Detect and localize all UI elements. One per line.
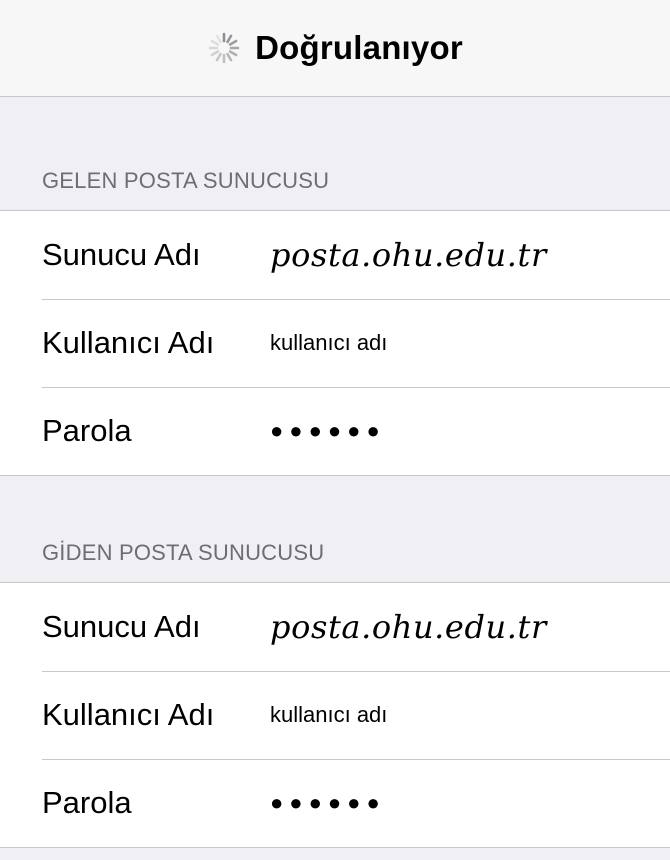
- page-title: Doğrulanıyor: [255, 29, 463, 66]
- outgoing-section-header: GİDEN POSTA SUNUCUSU: [42, 540, 325, 565]
- outgoing-username-field[interactable]: kullanıcı adı: [270, 702, 387, 728]
- incoming-username-label: Kullanıcı Adı: [42, 325, 215, 360]
- outgoing-password-label: Parola: [42, 785, 132, 820]
- outgoing-server-section: GİDEN POSTA SUNUCUSU Sunucu Adı posta.oh…: [0, 532, 670, 848]
- outgoing-settings-group: Sunucu Adı posta.ohu.edu.tr Kullanıcı Ad…: [0, 582, 670, 848]
- outgoing-username-label: Kullanıcı Adı: [42, 697, 215, 732]
- outgoing-username-row[interactable]: Kullanıcı Adı kullanıcı adı: [0, 671, 670, 759]
- nav-title-group: Doğrulanıyor: [207, 29, 463, 67]
- outgoing-password-field[interactable]: ●●●●●●: [270, 790, 386, 816]
- navigation-bar: Doğrulanıyor: [0, 0, 670, 97]
- incoming-hostname-row[interactable]: Sunucu Adı posta.ohu.edu.tr: [0, 211, 670, 299]
- outgoing-hostname-label: Sunucu Adı: [42, 609, 201, 644]
- incoming-hostname-field[interactable]: posta.ohu.edu.tr: [270, 236, 547, 274]
- outgoing-hostname-row[interactable]: Sunucu Adı posta.ohu.edu.tr: [0, 583, 670, 671]
- incoming-settings-group: Sunucu Adı posta.ohu.edu.tr Kullanıcı Ad…: [0, 210, 670, 476]
- activity-spinner-icon: [208, 32, 240, 64]
- incoming-section-header: GELEN POSTA SUNUCUSU: [42, 168, 330, 193]
- outgoing-password-row[interactable]: Parola ●●●●●●: [0, 759, 670, 847]
- outgoing-hostname-field[interactable]: posta.ohu.edu.tr: [270, 608, 547, 646]
- incoming-hostname-label: Sunucu Adı: [42, 237, 201, 272]
- incoming-server-section: GELEN POSTA SUNUCUSU Sunucu Adı posta.oh…: [0, 160, 670, 476]
- incoming-password-field[interactable]: ●●●●●●: [270, 418, 386, 444]
- incoming-username-row[interactable]: Kullanıcı Adı kullanıcı adı: [0, 299, 670, 387]
- incoming-password-row[interactable]: Parola ●●●●●●: [0, 387, 670, 475]
- incoming-username-field[interactable]: kullanıcı adı: [270, 330, 387, 356]
- incoming-password-label: Parola: [42, 413, 132, 448]
